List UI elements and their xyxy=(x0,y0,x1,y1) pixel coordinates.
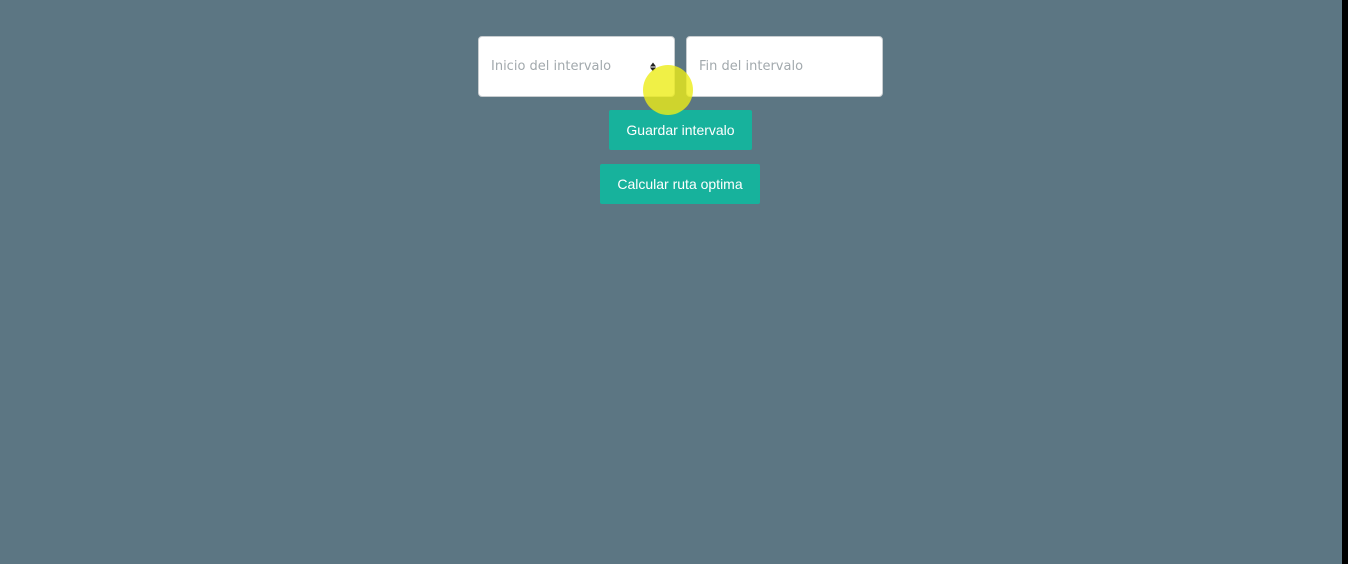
interval-start-placeholder: Inicio del intervalo xyxy=(491,59,612,74)
interval-inputs: Inicio del intervalo Fin del intervalo xyxy=(478,36,883,97)
calculate-route-button[interactable]: Calcular ruta optima xyxy=(600,164,760,204)
window-edge xyxy=(1342,0,1348,564)
interval-start-input[interactable]: Inicio del intervalo xyxy=(478,36,675,97)
number-spinner-icon[interactable] xyxy=(650,62,656,71)
interval-end-placeholder: Fin del intervalo xyxy=(699,59,804,74)
save-interval-button[interactable]: Guardar intervalo xyxy=(609,110,752,150)
spinner-down-icon[interactable] xyxy=(650,67,656,71)
spinner-up-icon[interactable] xyxy=(650,62,656,66)
interval-end-input[interactable]: Fin del intervalo xyxy=(686,36,883,97)
